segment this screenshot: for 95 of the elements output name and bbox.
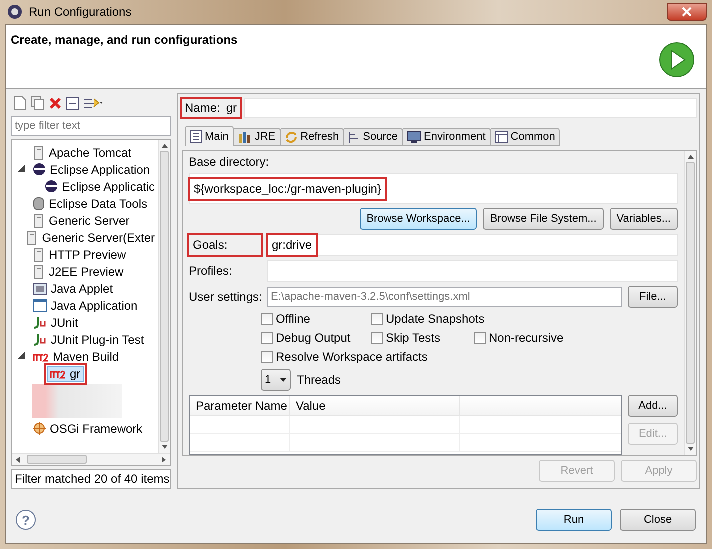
caret-icon bbox=[280, 378, 287, 382]
junit-icon bbox=[33, 316, 47, 329]
tree-item[interactable]: Maven Build bbox=[30, 348, 122, 364]
checkbox-option[interactable]: Update Snapshots bbox=[371, 312, 485, 326]
scrollbar[interactable] bbox=[12, 453, 170, 465]
tab[interactable]: Common bbox=[490, 128, 560, 146]
tree-item[interactable]: Java Application bbox=[30, 298, 141, 314]
tab[interactable]: Main bbox=[185, 126, 234, 146]
name-value[interactable]: gr bbox=[226, 101, 238, 115]
header-title: Create, manage, and run configurations bbox=[11, 33, 238, 49]
browse-button[interactable]: Variables... bbox=[610, 208, 678, 230]
tree-item[interactable]: Apache Tomcat bbox=[30, 144, 134, 160]
scroll-up-arrow-icon[interactable] bbox=[162, 143, 168, 149]
scrollbar[interactable] bbox=[158, 140, 170, 453]
threads-dropdown[interactable]: 1 bbox=[261, 369, 291, 391]
server-icon bbox=[33, 264, 45, 278]
scroll-down-arrow-icon[interactable] bbox=[162, 444, 168, 450]
tree-item[interactable]: JUnit Plug-in Test bbox=[30, 332, 148, 348]
server-icon bbox=[33, 146, 45, 160]
junit-icon bbox=[33, 333, 47, 346]
window-icon bbox=[494, 131, 508, 143]
filter-status: Filter matched 20 of 40 items bbox=[11, 469, 171, 489]
tree-item[interactable]: OSGi Framework bbox=[30, 420, 146, 436]
applet-icon bbox=[33, 282, 47, 294]
tree-item[interactable]: J2EE Preview bbox=[30, 264, 127, 280]
refresh-icon bbox=[284, 130, 298, 144]
name-field[interactable] bbox=[244, 98, 697, 118]
scroll-left-arrow-icon[interactable] bbox=[15, 456, 21, 462]
filter-field[interactable]: type filter text bbox=[11, 116, 171, 136]
dialog-button[interactable]: Run bbox=[536, 509, 612, 531]
name-label: Name: bbox=[185, 101, 220, 115]
tree-item[interactable]: JUnit bbox=[30, 314, 82, 330]
sphere-icon bbox=[33, 163, 46, 176]
document-icon bbox=[190, 130, 202, 143]
tab[interactable]: Source bbox=[343, 128, 404, 146]
maven-icon bbox=[50, 368, 66, 378]
help-button[interactable]: ? bbox=[16, 510, 36, 530]
filter-icon[interactable] bbox=[83, 96, 103, 110]
tree-item[interactable]: Generic Server(Exter bbox=[23, 230, 158, 246]
close-button[interactable] bbox=[667, 3, 707, 21]
tree-item[interactable]: Eclipse Application bbox=[30, 162, 154, 178]
tab[interactable]: Refresh bbox=[280, 128, 344, 146]
scroll-right-arrow-icon[interactable] bbox=[161, 456, 167, 462]
source-icon bbox=[348, 130, 360, 144]
sphere-icon bbox=[45, 180, 58, 193]
server-icon bbox=[33, 248, 45, 262]
browse-button[interactable]: Browse File System... bbox=[483, 208, 604, 230]
close-icon bbox=[682, 7, 692, 17]
user-settings-field[interactable]: E:\apache-maven-3.2.5\conf\settings.xml bbox=[267, 287, 622, 307]
tree-item[interactable]: HTTP Preview bbox=[30, 246, 130, 262]
profiles-label: Profiles: bbox=[189, 264, 232, 278]
column-header[interactable]: Parameter Name bbox=[190, 396, 290, 415]
play-icon bbox=[658, 41, 696, 79]
window-title: Run Configurations bbox=[29, 5, 132, 19]
tab[interactable]: JRE bbox=[232, 128, 281, 146]
tree-item[interactable]: gr bbox=[47, 366, 84, 382]
checkbox-option[interactable]: Skip Tests bbox=[371, 331, 466, 345]
goals-label: Goals: bbox=[189, 235, 261, 255]
column-header[interactable]: Value bbox=[290, 396, 460, 415]
tab[interactable]: Environment bbox=[402, 128, 491, 146]
user-settings-label: User settings: bbox=[189, 290, 262, 304]
threads-label: Threads bbox=[297, 373, 342, 387]
window-icon bbox=[33, 299, 47, 312]
maven-icon bbox=[33, 352, 49, 362]
expand-arrow-icon[interactable] bbox=[18, 165, 25, 172]
collapse-icon[interactable] bbox=[66, 96, 79, 110]
file-button[interactable]: File... bbox=[628, 286, 678, 308]
scroll-up-arrow-icon[interactable] bbox=[688, 154, 694, 160]
base-directory-label: Base directory: bbox=[189, 155, 270, 169]
checkbox-option[interactable]: Offline bbox=[261, 312, 363, 326]
monitor-icon bbox=[407, 131, 422, 143]
duplicate-icon[interactable] bbox=[31, 96, 45, 110]
server-icon bbox=[26, 230, 38, 244]
profiles-field[interactable] bbox=[267, 260, 678, 282]
new-file-icon[interactable] bbox=[14, 96, 27, 110]
checkbox-option[interactable]: Non-recursive bbox=[474, 331, 564, 345]
checkbox-option[interactable]: Debug Output bbox=[261, 331, 363, 345]
tree-item[interactable]: Java Applet bbox=[30, 280, 116, 296]
base-directory-field[interactable]: ${workspace_loc:/gr-maven-plugin} bbox=[189, 173, 678, 204]
tree-item[interactable]: Eclipse Applicatic bbox=[42, 178, 158, 194]
dialog-button[interactable]: Close bbox=[620, 509, 696, 531]
browse-button[interactable]: Browse Workspace... bbox=[360, 208, 478, 230]
scroll-down-arrow-icon[interactable] bbox=[688, 446, 694, 452]
database-icon bbox=[33, 196, 45, 210]
tree-item[interactable]: Generic Server bbox=[30, 212, 133, 228]
server-icon bbox=[33, 214, 45, 228]
crosshair-icon bbox=[33, 422, 46, 435]
books-icon bbox=[238, 131, 252, 143]
checkbox-option[interactable]: Resolve Workspace artifacts bbox=[261, 350, 428, 364]
table-action-button[interactable]: Add... bbox=[628, 395, 678, 417]
scrollbar[interactable] bbox=[684, 151, 696, 455]
expand-arrow-icon[interactable] bbox=[18, 352, 25, 359]
tree-item[interactable]: Eclipse Data Tools bbox=[30, 196, 150, 212]
delete-icon[interactable] bbox=[49, 96, 62, 110]
goals-field[interactable]: gr:drive bbox=[267, 234, 678, 256]
